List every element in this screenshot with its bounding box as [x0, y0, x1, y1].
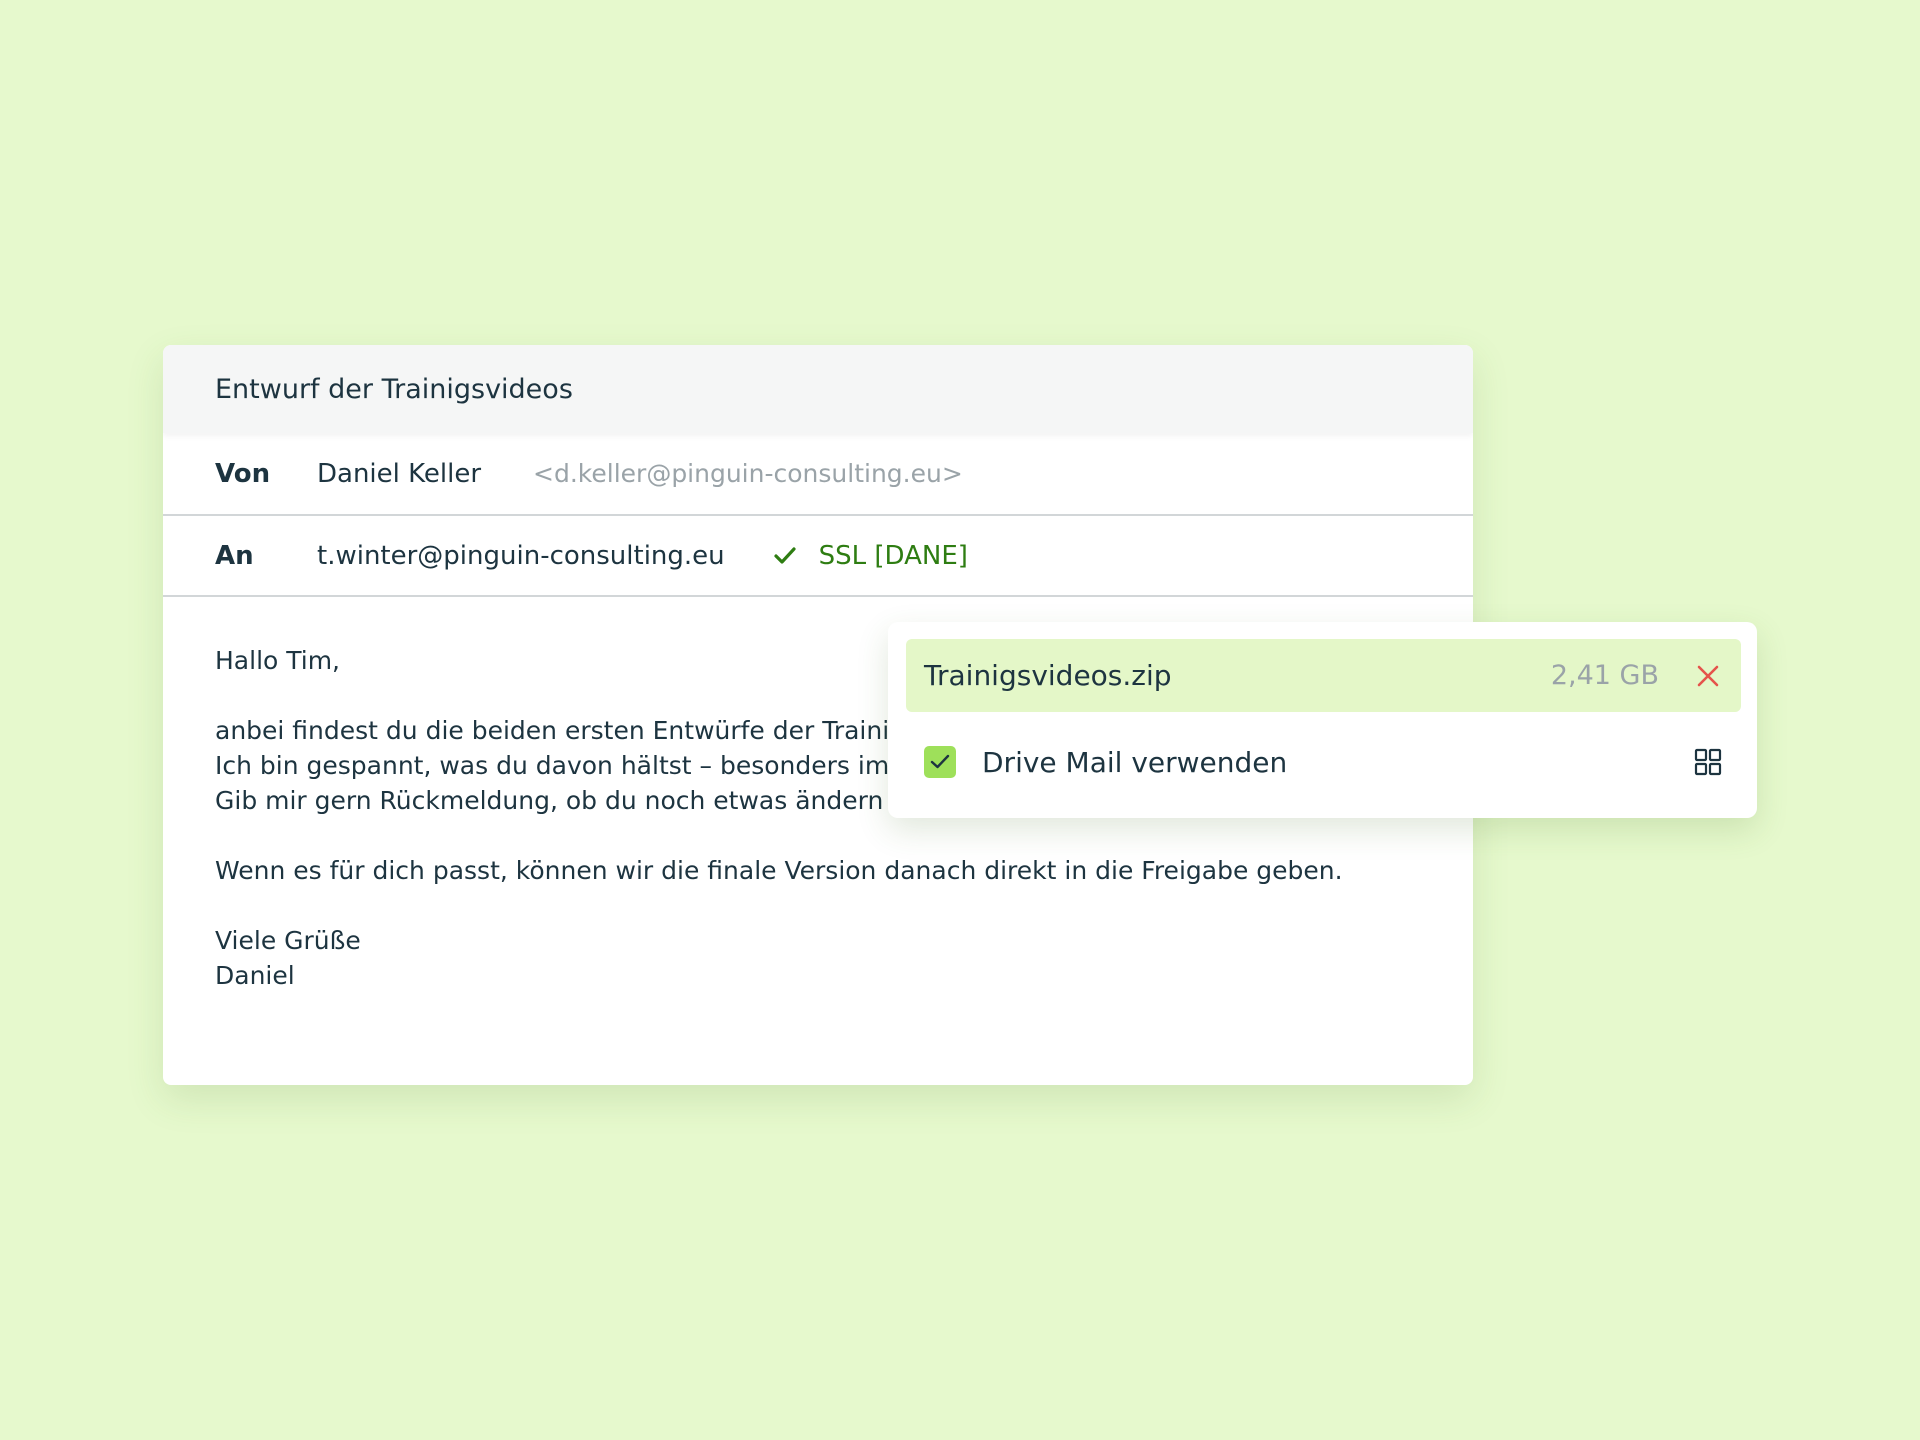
- drive-mail-checkbox[interactable]: [924, 746, 956, 778]
- body-line-4: Wenn es für dich passt, können wir die f…: [215, 856, 1343, 885]
- to-label: An: [215, 540, 254, 571]
- attachment-file-row[interactable]: Trainigsvideos.zip 2,41 GB: [906, 639, 1741, 712]
- sender-email: <d.keller@pinguin-consulting.eu>: [533, 459, 963, 488]
- recipient-email[interactable]: t.winter@pinguin-consulting.eu: [317, 541, 725, 571]
- grid-icon: [1694, 748, 1722, 776]
- attachment-file-size: 2,41 GB: [1550, 660, 1659, 691]
- attachment-file-name: Trainigsvideos.zip: [924, 659, 1172, 692]
- to-row: An t.winter@pinguin-consulting.eu SSL [D…: [163, 516, 1473, 597]
- subject-bar: Entwurf der Trainigsvideos: [163, 345, 1473, 433]
- body-closing: Viele Grüße: [215, 926, 361, 955]
- from-label: Von: [215, 458, 271, 489]
- ssl-status-text: SSL [DANE]: [818, 540, 968, 571]
- email-subject: Entwurf der Trainigsvideos: [215, 373, 573, 405]
- from-row: Von Daniel Keller <d.keller@pinguin-cons…: [163, 433, 1473, 516]
- close-icon: [1697, 665, 1719, 686]
- drive-mail-label[interactable]: Drive Mail verwenden: [982, 746, 1692, 779]
- drive-mail-option: Drive Mail verwenden: [924, 732, 1724, 792]
- sender-name[interactable]: Daniel Keller: [317, 459, 481, 489]
- checkmark-icon: [930, 754, 950, 769]
- check-icon: [774, 546, 796, 564]
- body-signature: Daniel: [215, 961, 295, 990]
- attachment-popup: Trainigsvideos.zip 2,41 GB Drive Mail ve…: [888, 622, 1757, 818]
- drive-mail-options-button[interactable]: [1692, 746, 1724, 778]
- remove-attachment-button[interactable]: [1693, 661, 1723, 691]
- ssl-status-badge: SSL [DANE]: [773, 541, 968, 571]
